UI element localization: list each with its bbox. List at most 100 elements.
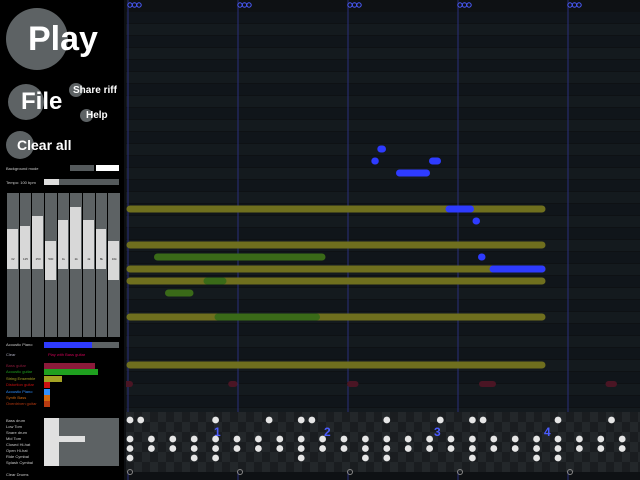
drum-hit xyxy=(340,445,348,452)
drum-cell xyxy=(518,422,526,432)
drum-cell xyxy=(262,442,270,452)
drum-cell xyxy=(334,462,342,472)
drum-cell xyxy=(246,422,254,432)
control-panel: Play File Share riff Help Clear all Back… xyxy=(0,0,124,480)
instrument-volume-bar[interactable] xyxy=(44,395,50,401)
drum-cell xyxy=(382,422,390,432)
drum-cell xyxy=(334,442,342,452)
drum-cell xyxy=(406,412,414,422)
play-button[interactable]: Play xyxy=(6,8,98,70)
drum-hit xyxy=(212,416,219,424)
drum-cell xyxy=(246,462,254,472)
active-instrument-volume[interactable] xyxy=(44,342,119,348)
help-button[interactable]: Help xyxy=(80,109,108,122)
drum-cell xyxy=(622,452,630,462)
active-instrument-label: Acoustic Piano xyxy=(6,342,33,347)
file-button[interactable]: File xyxy=(8,84,62,120)
drum-hit xyxy=(169,445,177,452)
drum-cell xyxy=(614,452,622,462)
instrument-volume-bar[interactable] xyxy=(44,401,50,408)
instrument-label[interactable]: Acoustic guitar xyxy=(6,369,32,375)
drum-cell xyxy=(478,462,486,472)
drum-hit xyxy=(308,416,316,424)
drum-cell xyxy=(502,442,510,452)
drum-cell xyxy=(254,462,262,472)
drum-hit xyxy=(362,454,369,462)
drum-hit xyxy=(126,435,134,443)
instrument-volume-bar[interactable] xyxy=(44,369,98,376)
drum-hit xyxy=(436,416,444,424)
eq-band-32[interactable]: 32 xyxy=(6,193,19,337)
drum-cell xyxy=(134,462,142,472)
drum-cell xyxy=(278,452,286,462)
drum-hit xyxy=(297,435,305,443)
drum-hit xyxy=(533,454,540,462)
instrument-volume-bar[interactable] xyxy=(44,363,95,369)
background-mode-off-toggle[interactable] xyxy=(70,165,94,171)
share-riff-button[interactable]: Share riff xyxy=(69,83,117,97)
drum-cell xyxy=(142,422,150,432)
instrument-label[interactable]: Acoustic Piano xyxy=(6,389,32,395)
drum-cell xyxy=(526,412,534,422)
clear-drums-button[interactable]: Clear Drums xyxy=(6,472,28,477)
drum-cell xyxy=(430,452,438,462)
grid-row xyxy=(126,48,640,59)
drum-cell xyxy=(166,452,174,462)
instrument-label[interactable]: Bass guitar xyxy=(6,363,26,369)
drum-cell xyxy=(278,462,286,472)
drum-hit xyxy=(212,454,219,462)
clear-all-button[interactable]: Clear all xyxy=(6,131,71,159)
instrument-volume-bar[interactable] xyxy=(44,388,50,395)
drum-hit xyxy=(233,445,241,452)
drum-cell xyxy=(350,432,358,442)
drum-hit xyxy=(597,445,605,452)
instrument-label[interactable]: Overdriven guitar xyxy=(6,401,37,407)
eq-band-16k[interactable]: 16k xyxy=(107,193,120,337)
play-with-hint[interactable]: Play with Bass guitar xyxy=(48,352,85,358)
tempo-slider[interactable] xyxy=(44,179,119,185)
eq-band-500[interactable]: 500 xyxy=(44,193,57,337)
instrument-volume-bar[interactable] xyxy=(44,375,62,382)
active-instrument-fill xyxy=(44,342,92,348)
drum-cell xyxy=(390,442,398,452)
drum-cell xyxy=(582,422,590,432)
drum-volume-slider[interactable] xyxy=(44,460,119,466)
drum-cell xyxy=(462,442,470,452)
play-label: Play xyxy=(28,19,98,58)
drum-cell xyxy=(574,462,582,472)
instrument-clear-button[interactable]: Clear xyxy=(6,352,16,358)
drum-hit xyxy=(490,435,498,443)
grid-row xyxy=(126,192,640,203)
drum-hit xyxy=(576,445,583,452)
drum-cell xyxy=(366,412,374,422)
drum-hit xyxy=(137,416,145,424)
drum-cell xyxy=(326,452,334,462)
drum-cell xyxy=(486,412,494,422)
drum-cell xyxy=(582,412,590,422)
eq-band-125[interactable]: 125 xyxy=(18,193,32,337)
drum-cell xyxy=(262,452,270,462)
drum-cell xyxy=(262,432,270,442)
eq-band-8k[interactable]: 8k xyxy=(94,193,108,337)
eq-band-4k[interactable]: 4k xyxy=(82,193,95,337)
eq-band-label: 2k xyxy=(74,257,78,261)
instrument-label[interactable]: String Ensemble xyxy=(6,376,35,382)
background-mode-on-toggle[interactable] xyxy=(96,165,119,171)
drum-cell xyxy=(230,412,238,422)
instrument-label[interactable]: Distortion guitar xyxy=(6,382,34,388)
eq-band-1k[interactable]: 1k xyxy=(56,193,70,337)
drum-cell xyxy=(590,462,598,472)
drum-cell xyxy=(414,412,422,422)
drum-cell xyxy=(494,452,502,462)
instrument-label[interactable]: Synth Bass xyxy=(6,395,26,401)
drum-cell xyxy=(326,442,334,452)
eq-band-2k[interactable]: 2k xyxy=(69,193,82,337)
equalizer[interactable]: 32 125 250 500 1k 2k 4k 8k 16k xyxy=(6,193,120,337)
drum-hit xyxy=(554,416,562,424)
grid-row xyxy=(126,60,640,71)
eq-band-250[interactable]: 250 xyxy=(31,193,44,337)
drum-cell xyxy=(494,422,502,432)
instrument-volume-bar[interactable] xyxy=(44,382,50,389)
drum-cell xyxy=(414,422,422,432)
sequencer-grid[interactable]: 1234 xyxy=(126,0,640,480)
